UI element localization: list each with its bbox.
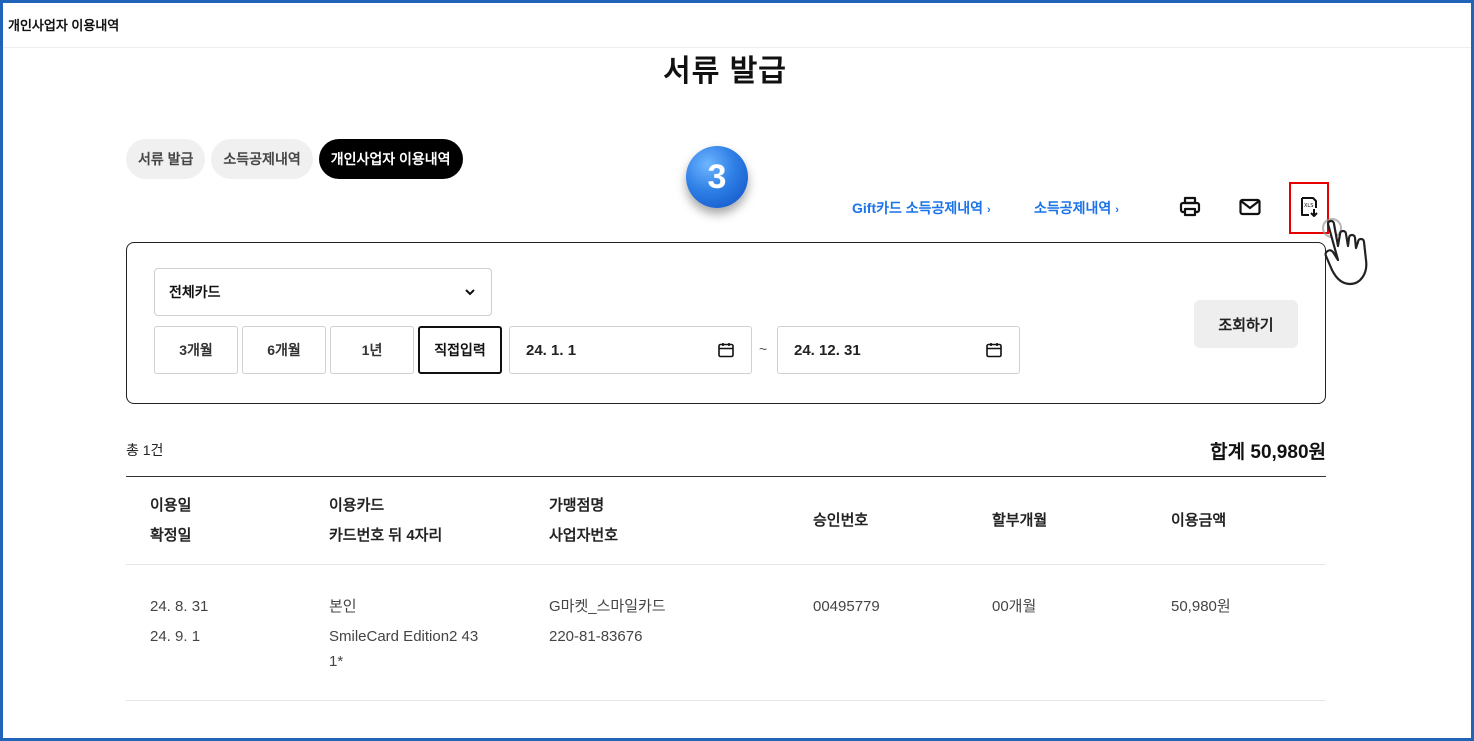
header-business-no-label: 사업자번호	[549, 527, 619, 544]
end-date-input[interactable]: 24. 12. 31	[777, 326, 1020, 374]
header-card-last4-label: 카드번호 뒤 4자리	[329, 527, 443, 544]
header-confirm-date-label: 확정일	[150, 527, 192, 544]
cell-approval-no: 00495779	[813, 598, 880, 615]
cell-card: 본인 SmileCard Edition2 43 1*	[329, 592, 478, 672]
tab-income-deduction[interactable]: 소득공제내역	[211, 139, 313, 179]
gift-card-deduction-link[interactable]: Gift카드 소득공제내역 ›	[852, 198, 991, 218]
header-amount: 이용금액	[1171, 512, 1227, 529]
cell-merchant: G마켓_스마일카드	[549, 598, 666, 615]
cell-amount: 50,980원	[1171, 598, 1231, 615]
total-sum: 합계 50,980원	[1210, 442, 1326, 463]
chevron-right-icon: ›	[1115, 204, 1119, 216]
chevron-right-icon: ›	[987, 204, 991, 216]
email-button[interactable]	[1235, 192, 1265, 222]
start-date-value: 24. 1. 1	[526, 341, 577, 359]
topbar-title: 개인사업자 이용내역	[8, 18, 120, 33]
gift-card-deduction-label: Gift카드 소득공제내역	[852, 200, 984, 216]
printer-icon	[1179, 196, 1201, 217]
header-card-label: 이용카드	[329, 497, 385, 514]
card-select-dropdown[interactable]: 전체카드	[154, 268, 492, 316]
tab-business-usage[interactable]: 개인사업자 이용내역	[318, 139, 463, 179]
cell-card-name-cont: 1*	[329, 653, 344, 670]
page-title: 서류 발급	[663, 55, 787, 88]
calendar-icon	[986, 343, 1002, 358]
top-bar: 개인사업자 이용내역	[3, 3, 1471, 48]
cell-dates: 24. 8. 31 24. 9. 1	[150, 592, 208, 652]
period-6-months-button[interactable]: 6개월	[242, 326, 326, 374]
cell-card-name: SmileCard Edition2 43	[329, 628, 479, 645]
pointing-hand-icon	[1322, 218, 1368, 286]
total-count: 총 1건	[126, 442, 164, 458]
period-1-year-button[interactable]: 1년	[330, 326, 414, 374]
search-filter-panel	[126, 242, 1326, 404]
table-row[interactable]: 24. 8. 31 24. 9. 1 본인 SmileCard Edition2…	[126, 566, 1326, 701]
calendar-icon	[718, 343, 734, 358]
period-custom-button[interactable]: 직접입력	[418, 326, 502, 374]
cell-installment: 00개월	[992, 598, 1037, 615]
cell-merchant-info: G마켓_스마일카드 220-81-83676	[549, 592, 666, 652]
table-header-row: 이용일 확정일 이용카드 카드번호 뒤 4자리 가맹점명 사업자번호 승인번호 …	[126, 477, 1326, 565]
period-3-months-button[interactable]: 3개월	[154, 326, 238, 374]
step-number-badge: 3	[686, 146, 748, 208]
start-date-input[interactable]: 24. 1. 1	[509, 326, 752, 374]
header-use-date: 이용일 확정일	[150, 491, 191, 551]
header-merchant-label: 가맹점명	[549, 497, 605, 514]
cell-confirm-date: 24. 9. 1	[150, 628, 201, 645]
cell-use-date: 24. 8. 31	[150, 598, 209, 615]
print-button[interactable]	[1175, 192, 1205, 222]
tab-document-issue[interactable]: 서류 발급	[126, 139, 206, 179]
header-approval-no: 승인번호	[813, 512, 869, 529]
search-button[interactable]: 조회하기	[1194, 300, 1298, 348]
mail-icon	[1239, 198, 1261, 216]
cell-business-no: 220-81-83676	[549, 628, 643, 645]
chevron-down-icon	[465, 289, 475, 296]
header-card: 이용카드 카드번호 뒤 4자리	[329, 491, 442, 551]
cell-card-owner: 본인	[329, 598, 357, 615]
end-date-value: 24. 12. 31	[794, 341, 861, 359]
income-deduction-link[interactable]: 소득공제내역 ›	[1034, 198, 1119, 218]
date-range-separator: ~	[759, 341, 768, 357]
header-installment: 할부개월	[992, 512, 1048, 529]
income-deduction-label: 소득공제내역	[1034, 200, 1112, 216]
tab-bar: 서류 발급 소득공제내역 개인사업자 이용내역	[126, 139, 463, 179]
header-use-date-label: 이용일	[150, 497, 192, 514]
card-select-value: 전체카드	[169, 284, 221, 300]
header-merchant: 가맹점명 사업자번호	[549, 491, 618, 551]
